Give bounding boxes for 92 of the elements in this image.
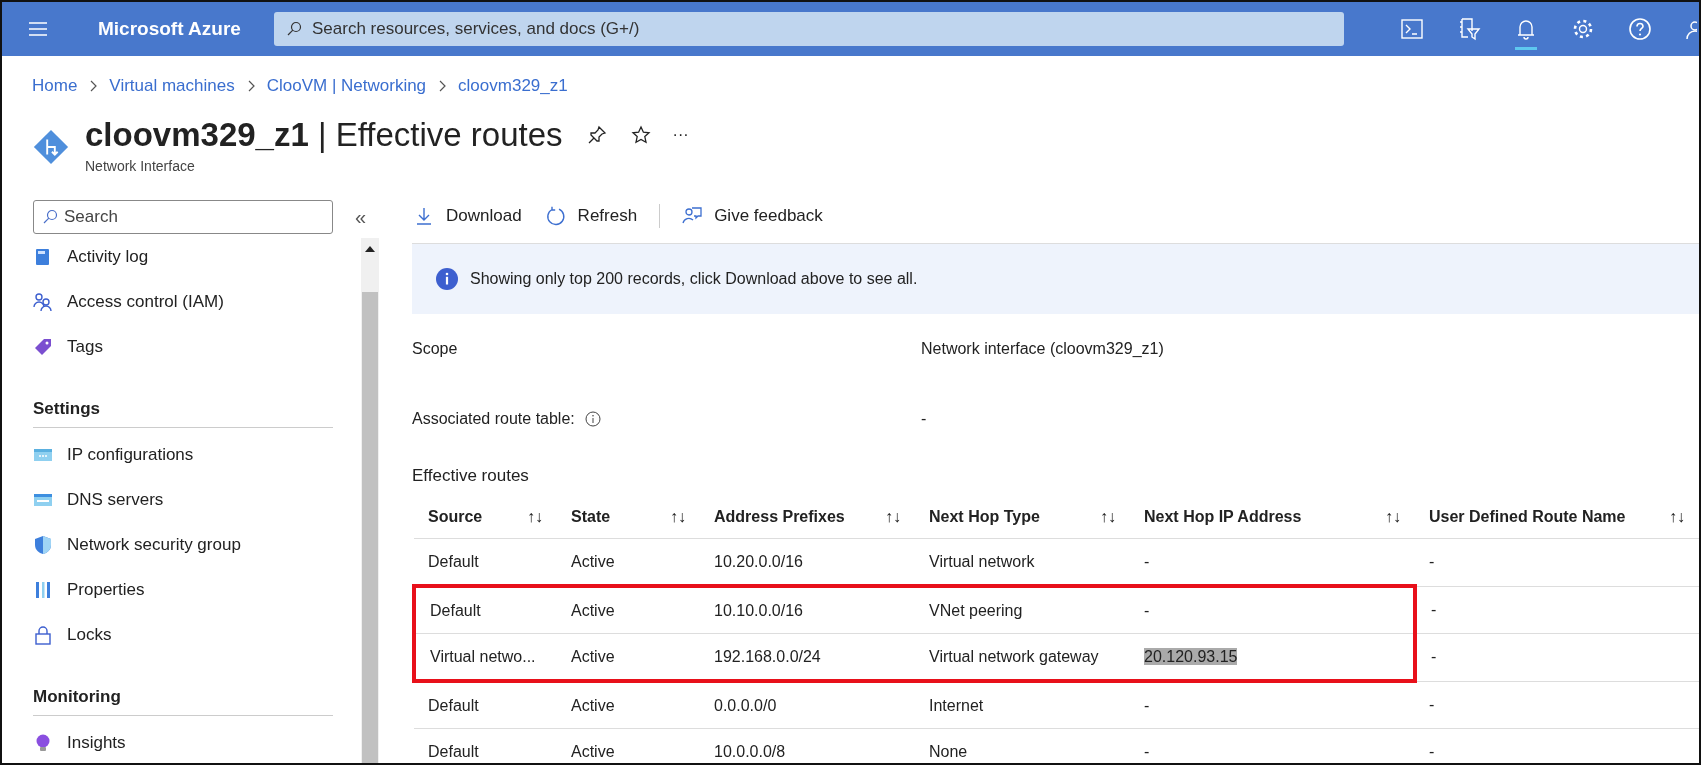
table-cell: - bbox=[1415, 728, 1699, 763]
chevron-icon bbox=[89, 80, 98, 92]
table-cell: 192.168.0.0/24 bbox=[700, 633, 915, 681]
table-cell: 10.20.0.0/16 bbox=[700, 538, 915, 586]
info-message: Showing only top 200 records, click Download above to see all. bbox=[470, 270, 918, 288]
scrollbar[interactable] bbox=[361, 238, 379, 763]
ip-address-text: 20.120.93.15 bbox=[1144, 647, 1238, 665]
star-icon[interactable] bbox=[630, 125, 651, 145]
table-cell: Default bbox=[414, 586, 557, 634]
column-header[interactable]: Next Hop IP Address ↑↓ bbox=[1130, 496, 1415, 539]
column-header[interactable]: User Defined Route Name ↑↓ bbox=[1415, 496, 1699, 539]
table-cell: 10.0.0.0/8 bbox=[700, 728, 915, 763]
table-cell: - bbox=[1415, 538, 1699, 586]
ip-address-text: - bbox=[1144, 696, 1150, 714]
search-icon bbox=[42, 209, 58, 225]
properties-icon bbox=[33, 579, 53, 600]
field-value: - bbox=[921, 410, 927, 428]
feedback-icon bbox=[682, 206, 703, 226]
field-label: Scope bbox=[412, 340, 458, 358]
section-heading: Monitoring bbox=[33, 669, 333, 716]
refresh-button[interactable]: Refresh bbox=[543, 206, 640, 226]
table-cell: Default bbox=[414, 681, 557, 729]
table-cell: Internet bbox=[915, 681, 1130, 729]
network-interface-icon bbox=[32, 128, 70, 166]
table-cell: Active bbox=[557, 633, 700, 681]
menu-icon[interactable] bbox=[28, 21, 48, 37]
collapse-button[interactable]: « bbox=[355, 205, 367, 229]
table-cell: Active bbox=[557, 586, 700, 634]
directory-filter-icon[interactable] bbox=[1457, 17, 1481, 41]
sidebar-search-field[interactable]: Search bbox=[64, 201, 314, 233]
column-header[interactable]: State ↑↓ bbox=[557, 496, 700, 539]
column-header[interactable]: Source ↑↓ bbox=[414, 496, 557, 539]
info-icon bbox=[436, 268, 458, 290]
settings-icon[interactable] bbox=[1571, 17, 1595, 41]
breadcrumb-link[interactable]: cloovm329_z1 bbox=[458, 76, 568, 96]
nav-item[interactable]: Activity log bbox=[33, 234, 333, 279]
breadcrumb-link[interactable]: Virtual machines bbox=[109, 76, 235, 96]
chevron-icon bbox=[438, 80, 447, 92]
chevron-icon bbox=[246, 80, 255, 92]
table-cell: Virtual netwo... bbox=[414, 633, 557, 681]
refresh-icon bbox=[545, 206, 566, 226]
section-heading: Settings bbox=[33, 381, 333, 428]
table-cell: Active bbox=[557, 538, 700, 586]
nav-item[interactable]: DNS servers bbox=[33, 477, 333, 522]
tag-icon bbox=[33, 336, 53, 357]
table-cell: 0.0.0.0/0 bbox=[700, 681, 915, 729]
table-cell: Virtual network bbox=[915, 538, 1130, 586]
scroll-up-arrow-icon[interactable] bbox=[365, 246, 375, 252]
table-cell: - bbox=[1415, 633, 1699, 681]
pin-icon[interactable] bbox=[586, 125, 607, 145]
download-button[interactable]: Download bbox=[412, 206, 524, 226]
table-cell: Default bbox=[414, 728, 557, 763]
table-cell: None bbox=[915, 728, 1130, 763]
page-title: cloovm329_z1 | Effective routes bbox=[85, 116, 563, 154]
terminal-icon[interactable] bbox=[1400, 17, 1424, 41]
lock-icon bbox=[33, 624, 53, 645]
nav-item[interactable]: Insights bbox=[33, 720, 333, 763]
table-cell: Default bbox=[414, 538, 557, 586]
shield-icon bbox=[33, 534, 53, 555]
table-cell: VNet peering bbox=[915, 586, 1130, 634]
download-icon bbox=[414, 206, 434, 226]
table-cell: 10.10.0.0/16 bbox=[700, 586, 915, 634]
more-button[interactable]: ··· bbox=[672, 126, 689, 144]
column-header[interactable]: Address Prefixes ↑↓ bbox=[700, 496, 915, 539]
breadcrumb-link[interactable]: ClooVM | Networking bbox=[266, 76, 427, 96]
nav-item[interactable]: Locks bbox=[33, 612, 333, 657]
people-icon bbox=[33, 291, 53, 312]
nav-item[interactable]: Properties bbox=[33, 567, 333, 612]
ip-address-text: - bbox=[1144, 601, 1150, 619]
sidebar-search-box[interactable]: Search bbox=[33, 200, 333, 234]
field-label: Associated route table: bbox=[412, 410, 575, 428]
nav-item[interactable]: IP configurations bbox=[33, 432, 333, 477]
nav-item[interactable]: Access control (IAM) bbox=[33, 279, 333, 324]
column-header[interactable]: Next Hop Type ↑↓ bbox=[915, 496, 1130, 539]
resource-type: Network Interface bbox=[85, 158, 196, 174]
active-indicator bbox=[1515, 47, 1537, 50]
nav-item[interactable]: Network security group bbox=[33, 522, 333, 567]
ip-address-text: - bbox=[1144, 742, 1150, 760]
breadcrumb-link[interactable]: Home bbox=[32, 76, 78, 96]
table-cell: Active bbox=[557, 728, 700, 763]
search-icon bbox=[286, 21, 302, 37]
table-cell: - bbox=[1415, 586, 1699, 634]
nav-item[interactable]: Tags bbox=[33, 324, 333, 369]
field-value: Network interface (cloovm329_z1) bbox=[921, 340, 1164, 358]
section-title: Effective routes bbox=[412, 466, 530, 486]
table-cell: Active bbox=[557, 681, 700, 729]
table-cell: Virtual network gateway bbox=[915, 633, 1130, 681]
feedback-button[interactable]: Give feedback bbox=[680, 206, 825, 226]
info-icon[interactable] bbox=[584, 411, 601, 427]
table-cell: - bbox=[1415, 681, 1699, 729]
ip-address-text: - bbox=[1144, 552, 1150, 570]
help-icon[interactable] bbox=[1628, 17, 1652, 41]
